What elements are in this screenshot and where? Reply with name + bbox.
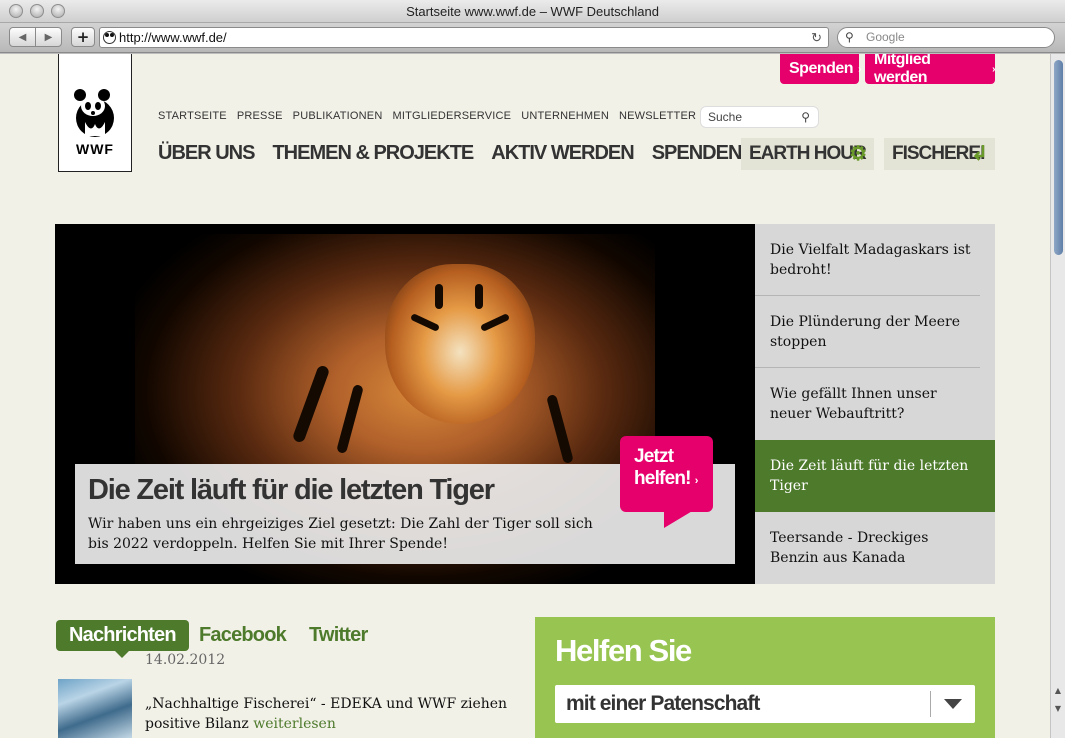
helfen-box: Helfen Sie mit einer Patenschaft bbox=[535, 617, 995, 738]
chevron-right-icon: › bbox=[992, 63, 995, 75]
chevron-right-icon: › bbox=[694, 475, 699, 487]
helfen-selected-option: mit einer Patenschaft bbox=[566, 692, 760, 715]
news-thumbnail[interactable] bbox=[58, 679, 132, 738]
page-viewport: WWF Spenden › Mitglied werden › STARTSEI… bbox=[0, 54, 1050, 738]
helfen-title: Helfen Sie bbox=[555, 633, 692, 668]
wwf-logo[interactable]: WWF bbox=[58, 54, 132, 172]
fischerei-button[interactable]: FISCHEREI ↲ bbox=[884, 138, 995, 170]
browser-search-field[interactable]: ⚲ Google bbox=[837, 27, 1055, 48]
search-icon[interactable]: ⚲ bbox=[801, 107, 810, 127]
teaser-item-active[interactable]: Die Zeit läuft für die letzten Tiger bbox=[755, 440, 995, 512]
member-label: Mitglied werden bbox=[874, 54, 931, 86]
teaser-label: Die Zeit läuft für die letzten Tiger bbox=[770, 458, 969, 494]
teaser-label: Teersande - Dreckiges Benzin aus Kanada bbox=[770, 530, 929, 566]
scrollbar-thumb[interactable] bbox=[1054, 60, 1063, 255]
teaser-label: Wie gefällt Ihnen unser neuer Webauftrit… bbox=[770, 386, 937, 422]
topnav-mitgliederservice[interactable]: MITGLIEDERSERVICE bbox=[392, 110, 511, 124]
main-navigation: ÜBER UNS THEMEN & PROJEKTE AKTIV WERDEN … bbox=[158, 142, 839, 165]
panda-icon bbox=[74, 89, 114, 137]
read-more-link[interactable]: weiterlesen bbox=[253, 716, 336, 732]
scroll-down-icon[interactable]: ▼ bbox=[1051, 704, 1065, 713]
tiger-stripe bbox=[435, 284, 443, 309]
vertical-scrollbar[interactable]: ▲ ▼ bbox=[1050, 54, 1065, 738]
hero-title[interactable]: Die Zeit läuft für die letzten Tiger bbox=[88, 474, 495, 507]
site-search-input[interactable]: Suche ⚲ bbox=[700, 106, 819, 128]
plus-icon: + bbox=[76, 28, 90, 46]
browser-toolbar: ◀ ▶ + http://www.wwf.de/ ↻ ⚲ Google bbox=[0, 23, 1065, 53]
magnifier-icon: ⚲ bbox=[845, 30, 854, 44]
url-text: http://www.wwf.de/ bbox=[119, 30, 227, 45]
reload-icon[interactable]: ↻ bbox=[811, 28, 822, 47]
forward-button[interactable]: ▶ bbox=[35, 27, 62, 47]
chevron-down-icon[interactable] bbox=[944, 699, 962, 709]
tiger-stripe bbox=[475, 284, 483, 309]
chevron-right-icon: › bbox=[858, 63, 861, 75]
topnav-newsletter[interactable]: NEWSLETTER bbox=[619, 110, 696, 124]
window-titlebar: Startseite www.wwf.de – WWF Deutschland bbox=[0, 0, 1065, 23]
fishhook-icon: ↲ bbox=[971, 143, 988, 165]
teaser-list: Die Vielfalt Madagaskars ist bedroht! Di… bbox=[755, 224, 995, 584]
tab-nachrichten[interactable]: Nachrichten bbox=[56, 620, 189, 658]
forward-arrow-icon: ▶ bbox=[44, 31, 53, 43]
teaser-item[interactable]: Wie gefällt Ihnen unser neuer Webauftrit… bbox=[755, 368, 995, 440]
dropdown-divider bbox=[930, 691, 931, 717]
mainnav-themen-projekte[interactable]: THEMEN & PROJEKTE bbox=[272, 142, 474, 165]
tab-facebook[interactable]: Facebook bbox=[199, 620, 287, 651]
topnav-unternehmen[interactable]: UNTERNEHMEN bbox=[521, 110, 609, 124]
earth-hour-button[interactable]: EARTH HOUR ⚙ bbox=[741, 138, 874, 170]
news-date: 14.02.2012 bbox=[145, 652, 226, 668]
teaser-item[interactable]: Die Plünderung der Meere stoppen bbox=[755, 296, 995, 368]
top-navigation: STARTSEITE PRESSE PUBLIKATIONEN MITGLIED… bbox=[158, 108, 710, 124]
teaser-label: Die Plünderung der Meere stoppen bbox=[770, 314, 961, 350]
tab-twitter[interactable]: Twitter bbox=[309, 620, 368, 651]
back-button[interactable]: ◀ bbox=[9, 27, 36, 47]
lightbulb-icon: ⚙ bbox=[849, 143, 867, 165]
mainnav-ueber-uns[interactable]: ÜBER UNS bbox=[158, 142, 255, 165]
tiger-head-image bbox=[385, 264, 535, 424]
donate-label: Spenden bbox=[789, 60, 854, 77]
add-bookmark-button[interactable]: + bbox=[71, 27, 95, 47]
browser-search-placeholder: Google bbox=[866, 30, 905, 44]
topnav-startseite[interactable]: STARTSEITE bbox=[158, 110, 227, 124]
mainnav-aktiv-werden[interactable]: AKTIV WERDEN bbox=[491, 142, 634, 165]
cta-line2: helfen! bbox=[634, 468, 691, 489]
helfen-dropdown[interactable]: mit einer Patenschaft bbox=[555, 685, 975, 723]
logo-text: WWF bbox=[76, 141, 114, 157]
scroll-up-icon[interactable]: ▲ bbox=[1051, 686, 1065, 695]
topnav-publikationen[interactable]: PUBLIKATIONEN bbox=[293, 110, 383, 124]
site-search-placeholder: Suche bbox=[708, 110, 743, 124]
member-button[interactable]: Mitglied werden › bbox=[865, 54, 995, 86]
hero-banner[interactable]: Die Zeit läuft für die letzten Tiger Wir… bbox=[55, 224, 755, 584]
news-item[interactable]: „Nachhaltige Fischerei“ - EDEKA und WWF … bbox=[145, 694, 525, 734]
topnav-presse[interactable]: PRESSE bbox=[237, 110, 283, 124]
hero-text: Wir haben uns ein ehrgeiziges Ziel geset… bbox=[88, 516, 593, 552]
wwf-favicon-icon bbox=[103, 31, 116, 44]
address-bar[interactable]: http://www.wwf.de/ ↻ bbox=[99, 27, 829, 48]
teaser-item[interactable]: Die Vielfalt Madagaskars ist bedroht! bbox=[755, 224, 995, 296]
window-title: Startseite www.wwf.de – WWF Deutschland bbox=[406, 4, 659, 19]
cta-line1: Jetzt bbox=[634, 446, 674, 467]
jetzt-helfen-button[interactable]: Jetzt helfen! › bbox=[620, 436, 713, 528]
back-arrow-icon: ◀ bbox=[18, 31, 27, 43]
teaser-label: Die Vielfalt Madagaskars ist bedroht! bbox=[770, 242, 971, 278]
donate-button[interactable]: Spenden › bbox=[780, 54, 861, 84]
teaser-item[interactable]: Teersande - Dreckiges Benzin aus Kanada bbox=[755, 512, 995, 584]
